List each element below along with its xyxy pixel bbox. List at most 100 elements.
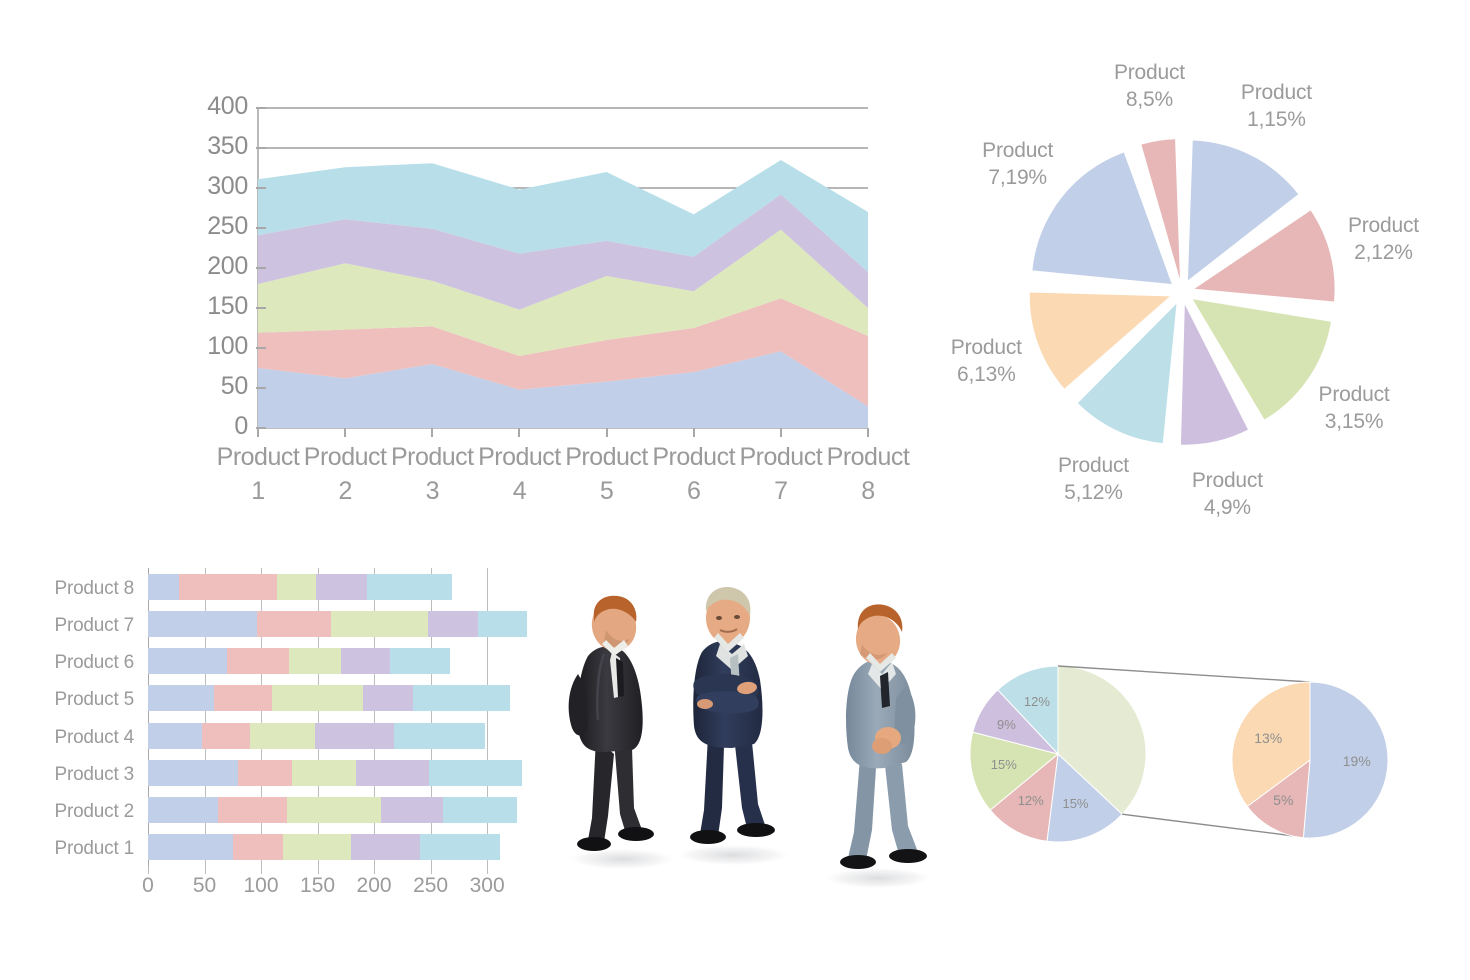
bar-chart-plot <box>148 568 538 866</box>
bar-chart-x-tick <box>204 866 206 874</box>
bar-segment <box>148 834 233 861</box>
bar-segment <box>148 610 257 637</box>
bar-chart-x-tick <box>148 866 149 874</box>
bar-segment <box>412 685 510 712</box>
bar-chart-x-tick <box>487 866 489 874</box>
bar-chart-row <box>148 685 538 712</box>
pie-slice-label-4: Product 4,9% <box>1191 468 1263 519</box>
area-chart-y-tick-label: 100 <box>207 332 248 360</box>
bar-segment <box>213 685 273 712</box>
bar-chart-category-label: Product 3 <box>54 763 134 785</box>
area-chart-x-tick <box>779 428 782 437</box>
stacked-bar-chart: Product 8 Product 7 Product 6 Product 5 Prod… <box>36 560 566 900</box>
bar-chart-row <box>148 573 538 600</box>
bar-segment <box>232 834 283 861</box>
bar-segment <box>148 648 228 675</box>
area-chart-y-tick-label: 50 <box>220 372 249 400</box>
area-chart-y-tick-label: 0 <box>234 412 248 440</box>
bar-segment <box>443 797 517 824</box>
bar-chart-x-tick <box>261 866 263 874</box>
pie-slice-label-5: Product 5,12% <box>1057 454 1129 505</box>
area-chart-y-tick-label: 200 <box>207 252 248 280</box>
pie-of-pie-main-label-5: 9% <box>997 717 1016 733</box>
shadow <box>822 867 934 889</box>
bar-segment <box>341 648 390 675</box>
bar-segment <box>272 685 363 712</box>
bar-segment <box>351 834 421 861</box>
bar-segment <box>367 573 453 600</box>
pie-slice-label-8: Product 8,5% <box>1113 60 1185 111</box>
bar-segment <box>315 722 395 749</box>
pie-slice-label-6: Product 6,13% <box>950 336 1022 387</box>
figurines-illustration <box>566 587 934 889</box>
bar-chart-row <box>148 759 538 786</box>
figurine-navy-suit <box>690 587 775 844</box>
bar-segment <box>380 797 444 824</box>
bar-chart-row <box>148 648 538 675</box>
bar-chart-row <box>148 834 538 861</box>
bar-chart-x-tick <box>317 866 319 874</box>
area-chart-y-tick <box>256 307 266 309</box>
bar-chart-x-tick <box>374 866 376 874</box>
bar-segment <box>202 722 250 749</box>
bar-segment <box>227 648 290 675</box>
bar-chart-category-label: Product 2 <box>54 801 134 823</box>
pie-of-pie-detail-label-1: 19% <box>1342 752 1371 769</box>
area-chart-y-tick <box>256 187 266 189</box>
area-chart-y-tick <box>256 267 266 269</box>
pie-slice-label-3: Product 3,15% <box>1318 382 1390 433</box>
miniature-figurines-group <box>548 578 978 903</box>
bar-segment <box>316 573 368 600</box>
bar-chart-row <box>148 610 538 637</box>
bar-chart-row <box>148 722 538 749</box>
bar-segment <box>148 573 179 600</box>
area-chart-x-tick <box>257 428 259 437</box>
stacked-area-chart: 0 50 100 150 200 250 300 350 400 Product 1 Product… <box>196 92 910 505</box>
bar-chart-x-tick <box>430 866 432 874</box>
exploded-pie-chart: Product 1,15% Product 2,12% Product 3,15% Prod… <box>930 61 1435 519</box>
area-chart-y-tick <box>256 227 266 229</box>
bar-segment <box>362 685 413 712</box>
area-chart-y-tick <box>256 107 266 109</box>
bar-segment <box>256 610 332 637</box>
shadow <box>566 848 678 870</box>
area-chart-x-tick <box>518 428 521 437</box>
bar-segment <box>178 573 277 600</box>
bar-chart-category-label: Product 8 <box>54 577 134 599</box>
bar-chart-category-label: Product 4 <box>54 726 134 748</box>
bar-segment <box>249 722 316 749</box>
area-chart-y-tick-label: 150 <box>207 292 248 320</box>
area-chart-x-tick <box>867 428 869 437</box>
pie-slice-label-1: Product 1,15% <box>1240 80 1312 131</box>
bar-segment <box>428 610 479 637</box>
area-chart-x-tick <box>605 428 608 437</box>
area-chart-y-tick <box>256 347 266 349</box>
area-chart-x-tick-label: Product 8 <box>826 443 910 505</box>
shadow <box>673 844 793 866</box>
bar-segment <box>218 797 288 824</box>
area-chart-y-tick-label: 250 <box>207 212 248 240</box>
bar-segment <box>148 759 239 786</box>
pie-of-pie-main-label-3: 12% <box>1017 792 1044 808</box>
bar-segment <box>148 685 214 712</box>
bar-chart-category-label: Product 7 <box>54 614 134 636</box>
area-chart-y-tick <box>256 387 266 389</box>
figurine-black-suit <box>568 595 654 851</box>
area-chart-y-tick-label: 350 <box>207 132 248 160</box>
bar-segment <box>394 722 485 749</box>
pie-of-pie-detail-label-3: 13% <box>1254 729 1283 746</box>
area-chart-x-tick <box>692 428 695 437</box>
screenshot-canvas: 0 50 100 150 200 250 300 350 400 Product 1 Product… <box>0 0 1470 980</box>
bar-chart-category-label: Product 1 <box>54 838 134 860</box>
pie-of-pie-main-label-2: 15% <box>1062 796 1089 812</box>
pie-of-pie-main-label-4: 15% <box>990 756 1017 772</box>
bar-chart-category-label: Product 6 <box>54 652 134 674</box>
bar-segment <box>287 797 381 824</box>
area-chart-x-tick <box>431 428 434 437</box>
area-chart-y-tick-label: 400 <box>207 92 248 120</box>
bar-segment <box>420 834 500 861</box>
bar-segment <box>389 648 450 675</box>
bar-segment <box>289 648 342 675</box>
bar-segment <box>429 759 523 786</box>
bar-segment <box>148 797 219 824</box>
